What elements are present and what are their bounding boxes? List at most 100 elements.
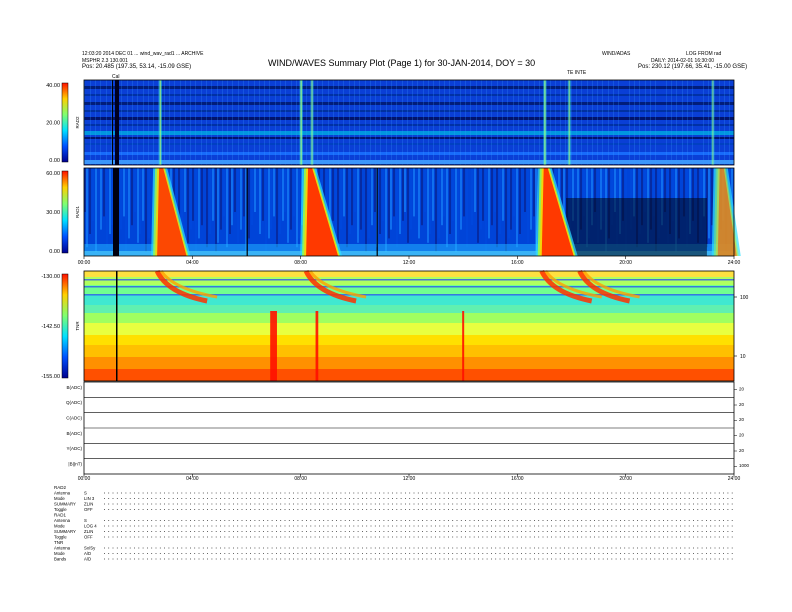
- xtick-label: 00:00: [78, 260, 91, 266]
- footer-row-value: LIN 3: [84, 496, 95, 501]
- rad1-streak: [92, 168, 94, 221]
- rad2-band: [84, 160, 734, 164]
- rad1-streak: [519, 168, 521, 234]
- rad2-streak: [454, 80, 455, 165]
- rad1-streak: [298, 168, 300, 239]
- rad1-streak: [390, 168, 392, 230]
- rad2-streak: [127, 80, 128, 165]
- rad1-streak: [282, 168, 284, 221]
- rad2-band: [84, 124, 734, 126]
- rad1-streak: [340, 168, 342, 230]
- lines-xtick-label: 04:00: [186, 476, 199, 482]
- rad2-streak: [206, 80, 207, 165]
- rad2-streak: [528, 80, 529, 165]
- rad2-streak: [571, 80, 572, 165]
- rad1-streak: [89, 168, 91, 234]
- rad2-streak: [285, 80, 286, 165]
- footer-row-value: S: [84, 518, 87, 523]
- rad1-streak: [429, 168, 431, 234]
- rad1-streak: [290, 168, 292, 230]
- rad2-streak: [201, 80, 202, 165]
- rad2-streak: [359, 80, 360, 165]
- rad2-streak: [581, 80, 582, 165]
- rad2-streak: [354, 80, 355, 165]
- rad1-streak: [206, 168, 208, 248]
- colorbar: [61, 273, 69, 379]
- lines-xtick-label: 00:00: [78, 476, 91, 482]
- xtick-label: 12:00: [403, 260, 416, 266]
- rad2-streak: [645, 80, 646, 165]
- rad2-streak: [412, 80, 413, 165]
- rad2-streak: [465, 80, 466, 165]
- rad2-streak: [666, 80, 667, 165]
- rad2-streak: [486, 80, 487, 165]
- rad2-streak: [565, 80, 566, 165]
- rad2-streak: [613, 80, 614, 165]
- rad1-streak: [466, 168, 468, 248]
- rad1-streak: [385, 168, 387, 252]
- rad1-streak: [494, 168, 496, 212]
- lines-row-right: 20: [739, 386, 745, 391]
- rad2-streak: [560, 80, 561, 165]
- lines-xtick-label: 20:00: [619, 476, 632, 482]
- lines-xtick-label: 12:00: [403, 476, 416, 482]
- rad2-streak: [476, 80, 477, 165]
- footer-row-label: Antenna: [54, 491, 71, 496]
- footer-row-value: OFF: [84, 535, 93, 540]
- rad2-streak: [391, 80, 392, 165]
- lines-row-label: C(ADC): [66, 416, 82, 421]
- rad1-streak: [229, 168, 231, 234]
- lines-row-label: B(ADC): [67, 385, 83, 390]
- rad2-feature-core: [544, 80, 546, 165]
- rad2-streak: [180, 80, 181, 165]
- rad2-cal-line: [112, 80, 113, 165]
- rad1-streak: [424, 168, 426, 212]
- rad2-streak: [724, 80, 725, 165]
- lines-row-right: 1000: [739, 463, 750, 468]
- rad1-streak: [432, 168, 434, 221]
- ytick-label: 40.00: [46, 83, 60, 89]
- rad1-streak: [474, 168, 476, 212]
- rad1-streak: [131, 168, 133, 226]
- rad2-band: [84, 110, 734, 112]
- rad2-band: [84, 86, 734, 89]
- rad2-streak: [375, 80, 376, 165]
- footer-row-value: OFF: [84, 507, 93, 512]
- lines-xtick-label: 08:00: [294, 476, 307, 482]
- rad1-dark-line: [246, 168, 248, 256]
- xtick-label: 24:00: [728, 260, 741, 266]
- rad2-streak: [190, 80, 191, 165]
- rad1-streak: [265, 168, 267, 252]
- rad2-streak: [407, 80, 408, 165]
- rad2-streak: [592, 80, 593, 165]
- footer-row-value: Sx/Sy: [84, 546, 96, 551]
- rad1-streak: [357, 168, 359, 243]
- rad1-streak: [137, 168, 139, 243]
- rad2-streak: [227, 80, 228, 165]
- footer-row-value: ZLIN: [84, 502, 93, 507]
- rad1-streak: [452, 168, 454, 221]
- rad1-streak: [343, 168, 345, 217]
- ytick-label: 60.00: [46, 171, 60, 177]
- rad2-streak: [264, 80, 265, 165]
- panel-ylabel: RAD1: [75, 206, 80, 219]
- rad1-streak: [441, 168, 443, 226]
- rad2-feature-core: [300, 80, 302, 165]
- rad1-streak: [293, 168, 295, 217]
- rad2-streak: [380, 80, 381, 165]
- rad1-streak: [254, 168, 256, 212]
- footer-row-label: Antenna: [54, 518, 71, 523]
- lines-row-label: Q(ADC): [66, 400, 82, 405]
- rad2-streak: [164, 80, 165, 165]
- rad2-streak: [143, 80, 144, 165]
- colorbar: [61, 82, 69, 163]
- rad2-streak: [232, 80, 233, 165]
- rad2-streak: [111, 80, 112, 165]
- rad1-streak: [365, 168, 367, 252]
- xtick-label: 08:00: [294, 260, 307, 266]
- footer-block-title: RAD1: [54, 513, 67, 518]
- rad2-streak: [629, 80, 630, 165]
- rad1-streak: [427, 168, 429, 243]
- rad2-streak: [502, 80, 503, 165]
- panel-ylabel: TNR: [75, 321, 80, 331]
